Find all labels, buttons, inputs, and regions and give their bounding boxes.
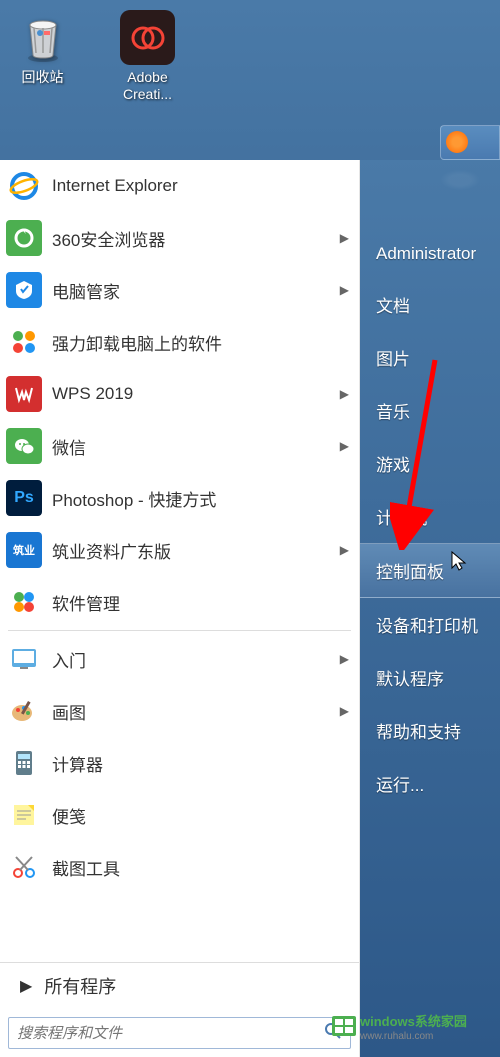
right-item-computer[interactable]: 计算机 xyxy=(360,490,500,543)
software-icon xyxy=(6,584,42,620)
photoshop-icon: Ps xyxy=(6,480,42,516)
ie-icon xyxy=(6,168,42,204)
all-programs-label: 所有程序 xyxy=(44,973,116,999)
submenu-arrow-icon: ▶ xyxy=(340,231,349,245)
submenu-arrow-icon: ▶ xyxy=(340,387,349,401)
right-item-administrator[interactable]: Administrator xyxy=(360,230,500,278)
menu-item-zhuye[interactable]: 筑业 筑业资料广东版 ▶ xyxy=(0,524,359,576)
menu-item-ie[interactable]: Internet Explorer xyxy=(0,160,359,212)
menu-item-uninstall[interactable]: 强力卸载电脑上的软件 xyxy=(0,316,359,368)
snipping-tool-icon xyxy=(6,849,42,885)
tencent-icon xyxy=(6,272,42,308)
menu-item-software[interactable]: 软件管理 xyxy=(0,576,359,628)
menu-divider xyxy=(8,630,351,631)
desktop: 回收站 Adobe Creati... xyxy=(0,0,500,160)
submenu-arrow-icon: ▶ xyxy=(340,283,349,297)
app-label: 截图工具 xyxy=(52,855,349,880)
submenu-arrow-icon: ▶ xyxy=(340,652,349,666)
search-input[interactable] xyxy=(17,1025,324,1042)
menu-item-photoshop[interactable]: Ps Photoshop - 快捷方式 xyxy=(0,472,359,524)
desktop-icon-adobe[interactable]: Adobe Creati... xyxy=(110,10,185,150)
app-label: 画图 xyxy=(52,699,340,724)
program-list: Internet Explorer 360安全浏览器 ▶ 电脑管家 ▶ xyxy=(0,160,359,962)
svg-text:www.ruhalu.com: www.ruhalu.com xyxy=(359,1031,433,1042)
right-item-documents[interactable]: 文档 xyxy=(360,278,500,331)
zhuye-icon: 筑业 xyxy=(6,532,42,568)
paint-icon xyxy=(6,693,42,729)
right-item-devices-printers[interactable]: 设备和打印机 xyxy=(360,598,500,651)
menu-item-360[interactable]: 360安全浏览器 ▶ xyxy=(0,212,359,264)
recycle-bin-icon xyxy=(15,10,70,65)
sidebar-gadget[interactable] xyxy=(440,125,500,160)
right-item-control-panel[interactable]: 控制面板 xyxy=(360,543,500,598)
wps-icon xyxy=(6,376,42,412)
right-item-games[interactable]: 游戏 xyxy=(360,437,500,490)
adobe-cc-icon xyxy=(120,10,175,65)
menu-item-sticky-notes[interactable]: 便笺 xyxy=(0,789,359,841)
app-label: 360安全浏览器 xyxy=(52,226,340,251)
right-item-run[interactable]: 运行... xyxy=(360,757,500,810)
app-label: 软件管理 xyxy=(52,590,349,615)
app-label: WPS 2019 xyxy=(52,384,340,404)
start-menu-left-panel: Internet Explorer 360安全浏览器 ▶ 电脑管家 ▶ xyxy=(0,160,360,1057)
app-label: Internet Explorer xyxy=(52,176,349,196)
app-label: 强力卸载电脑上的软件 xyxy=(52,330,349,355)
submenu-arrow-icon: ▶ xyxy=(340,704,349,718)
app-label: Photoshop - 快捷方式 xyxy=(52,486,349,511)
arrow-right-icon: ▶ xyxy=(20,976,32,996)
submenu-arrow-icon: ▶ xyxy=(340,543,349,557)
right-item-pictures[interactable]: 图片 xyxy=(360,331,500,384)
calculator-icon xyxy=(6,745,42,781)
right-item-help-support[interactable]: 帮助和支持 xyxy=(360,704,500,757)
app-label: 筑业资料广东版 xyxy=(52,538,340,563)
sticky-notes-icon xyxy=(6,797,42,833)
menu-item-tencent[interactable]: 电脑管家 ▶ xyxy=(0,264,359,316)
start-menu: Internet Explorer 360安全浏览器 ▶ 电脑管家 ▶ xyxy=(0,160,500,1057)
uninstall-icon xyxy=(6,324,42,360)
wechat-icon xyxy=(6,428,42,464)
360-icon xyxy=(6,220,42,256)
search-box[interactable] xyxy=(8,1017,351,1049)
menu-item-getting-started[interactable]: 入门 ▶ xyxy=(0,633,359,685)
app-label: 微信 xyxy=(52,434,340,459)
menu-item-wechat[interactable]: 微信 ▶ xyxy=(0,420,359,472)
svg-text:windows系统家园: windows系统家园 xyxy=(359,1014,467,1029)
menu-item-calculator[interactable]: 计算器 xyxy=(0,737,359,789)
app-label: 电脑管家 xyxy=(52,278,340,303)
menu-item-wps[interactable]: WPS 2019 ▶ xyxy=(0,368,359,420)
app-label: 计算器 xyxy=(52,751,349,776)
submenu-arrow-icon: ▶ xyxy=(340,439,349,453)
adobe-label: Adobe Creati... xyxy=(110,69,185,103)
watermark: windows系统家园 www.ruhalu.com xyxy=(332,1004,492,1049)
start-menu-right-panel: Administrator 文档 图片 音乐 游戏 计算机 控制面板 设备和打印… xyxy=(360,160,500,1057)
right-item-music[interactable]: 音乐 xyxy=(360,384,500,437)
menu-item-snipping-tool[interactable]: 截图工具 xyxy=(0,841,359,893)
right-item-default-programs[interactable]: 默认程序 xyxy=(360,651,500,704)
menu-item-paint[interactable]: 画图 ▶ xyxy=(0,685,359,737)
app-label: 便笺 xyxy=(52,803,349,828)
app-label: 入门 xyxy=(52,647,340,672)
getting-started-icon xyxy=(6,641,42,677)
all-programs-button[interactable]: ▶ 所有程序 xyxy=(0,962,359,1009)
desktop-icon-recycle-bin[interactable]: 回收站 xyxy=(5,10,80,150)
recycle-bin-label: 回收站 xyxy=(22,69,64,86)
